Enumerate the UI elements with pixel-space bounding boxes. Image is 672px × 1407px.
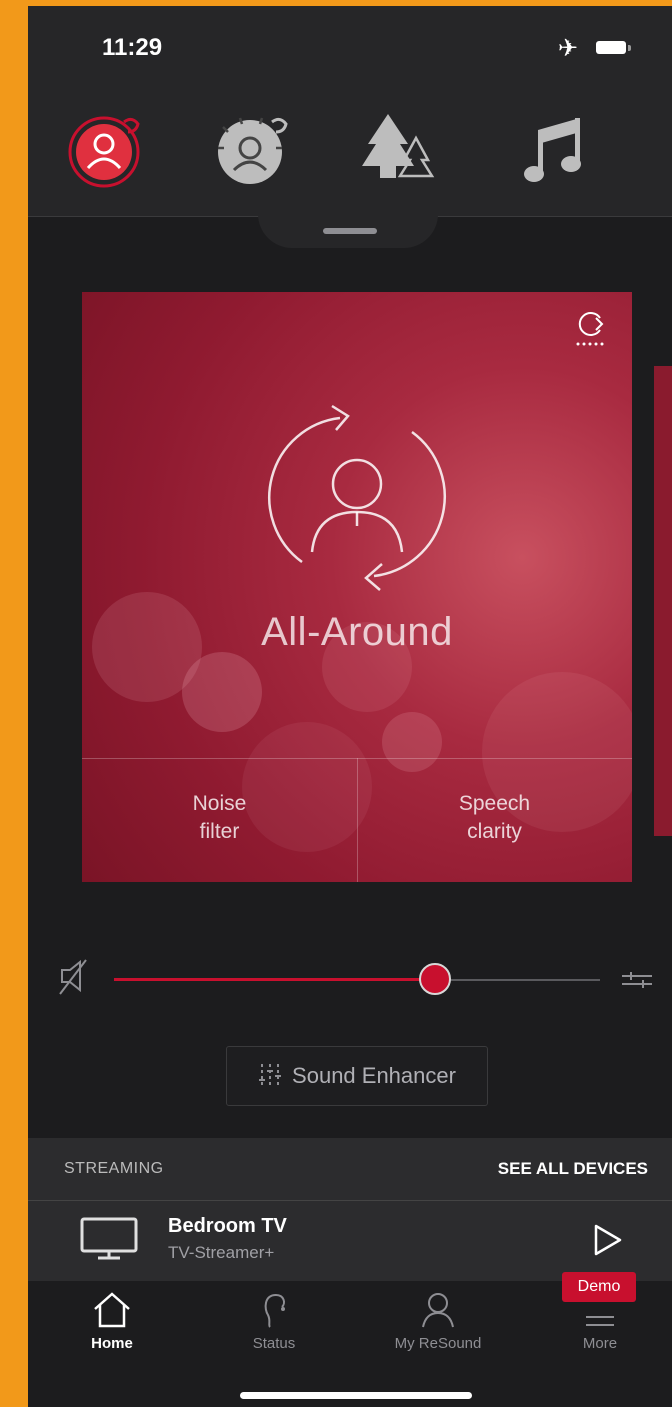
- mute-icon[interactable]: [56, 956, 92, 996]
- device-type: TV-Streamer+: [168, 1243, 275, 1262]
- play-icon[interactable]: [592, 1223, 624, 1257]
- status-bar: 11:29 ✈: [28, 6, 672, 86]
- streaming-header: STREAMING SEE ALL DEVICES: [28, 1138, 672, 1201]
- device-name: Bedroom TV: [168, 1215, 287, 1237]
- streaming-device-row[interactable]: Bedroom TV TV-Streamer+: [28, 1201, 672, 1281]
- music-program-icon[interactable]: [518, 108, 598, 188]
- home-indicator[interactable]: [240, 1392, 472, 1399]
- program-title: All-Around: [261, 610, 453, 654]
- drawer-handle-bar: [323, 228, 377, 234]
- equalizer-icon: [259, 1064, 282, 1088]
- phone-screen: 11:29 ✈ All-Around Noise filter Speech c…: [28, 6, 672, 1407]
- tab-status[interactable]: Status: [214, 1291, 334, 1371]
- program-selector: [28, 86, 672, 217]
- bokeh-decoration: [382, 712, 442, 772]
- option-label-line: filter: [199, 820, 240, 843]
- all-around-icon: [268, 404, 446, 591]
- airplane-mode-icon: ✈: [558, 35, 579, 62]
- volume-adjust-icon[interactable]: [620, 966, 654, 994]
- volume-slider-fill: [114, 978, 435, 981]
- option-label-line: Noise: [192, 792, 247, 815]
- program-card[interactable]: All-Around Noise filter Speech clarity: [82, 292, 632, 882]
- next-program-card-peek[interactable]: [654, 366, 672, 836]
- option-label-line: clarity: [467, 820, 522, 843]
- tv-icon: [80, 1217, 138, 1260]
- demo-badge: Demo: [562, 1272, 636, 1302]
- outdoor-program-icon[interactable]: [358, 108, 438, 188]
- see-all-devices-link[interactable]: SEE ALL DEVICES: [498, 1159, 648, 1179]
- hearing-aid-icon: [264, 1294, 285, 1328]
- sound-enhancer-button[interactable]: Sound Enhancer: [226, 1046, 488, 1106]
- tab-my-resound[interactable]: My ReSound: [378, 1291, 498, 1371]
- tab-home[interactable]: Home: [52, 1291, 172, 1371]
- person-icon: [422, 1293, 454, 1328]
- restaurant-program-icon[interactable]: [214, 108, 294, 188]
- share-program-icon[interactable]: [572, 308, 612, 352]
- sound-enhancer-label: Sound Enhancer: [292, 1063, 456, 1088]
- battery-icon: [596, 41, 631, 54]
- tab-more[interactable]: More: [540, 1291, 660, 1371]
- tab-label: Home: [91, 1335, 133, 1352]
- home-icon: [94, 1292, 130, 1328]
- tab-label: My ReSound: [394, 1335, 482, 1352]
- noise-filter-button[interactable]: Noise filter: [82, 790, 357, 846]
- speech-clarity-button[interactable]: Speech clarity: [357, 790, 632, 846]
- option-label-line: Speech: [458, 792, 531, 815]
- bokeh-decoration: [182, 652, 262, 732]
- streaming-title: STREAMING: [64, 1160, 164, 1177]
- all-around-program-icon[interactable]: [66, 108, 146, 188]
- volume-slider-thumb[interactable]: [418, 963, 451, 995]
- tab-label: Status: [252, 1335, 296, 1352]
- tab-label: More: [582, 1335, 618, 1352]
- status-time: 11:29: [102, 34, 163, 61]
